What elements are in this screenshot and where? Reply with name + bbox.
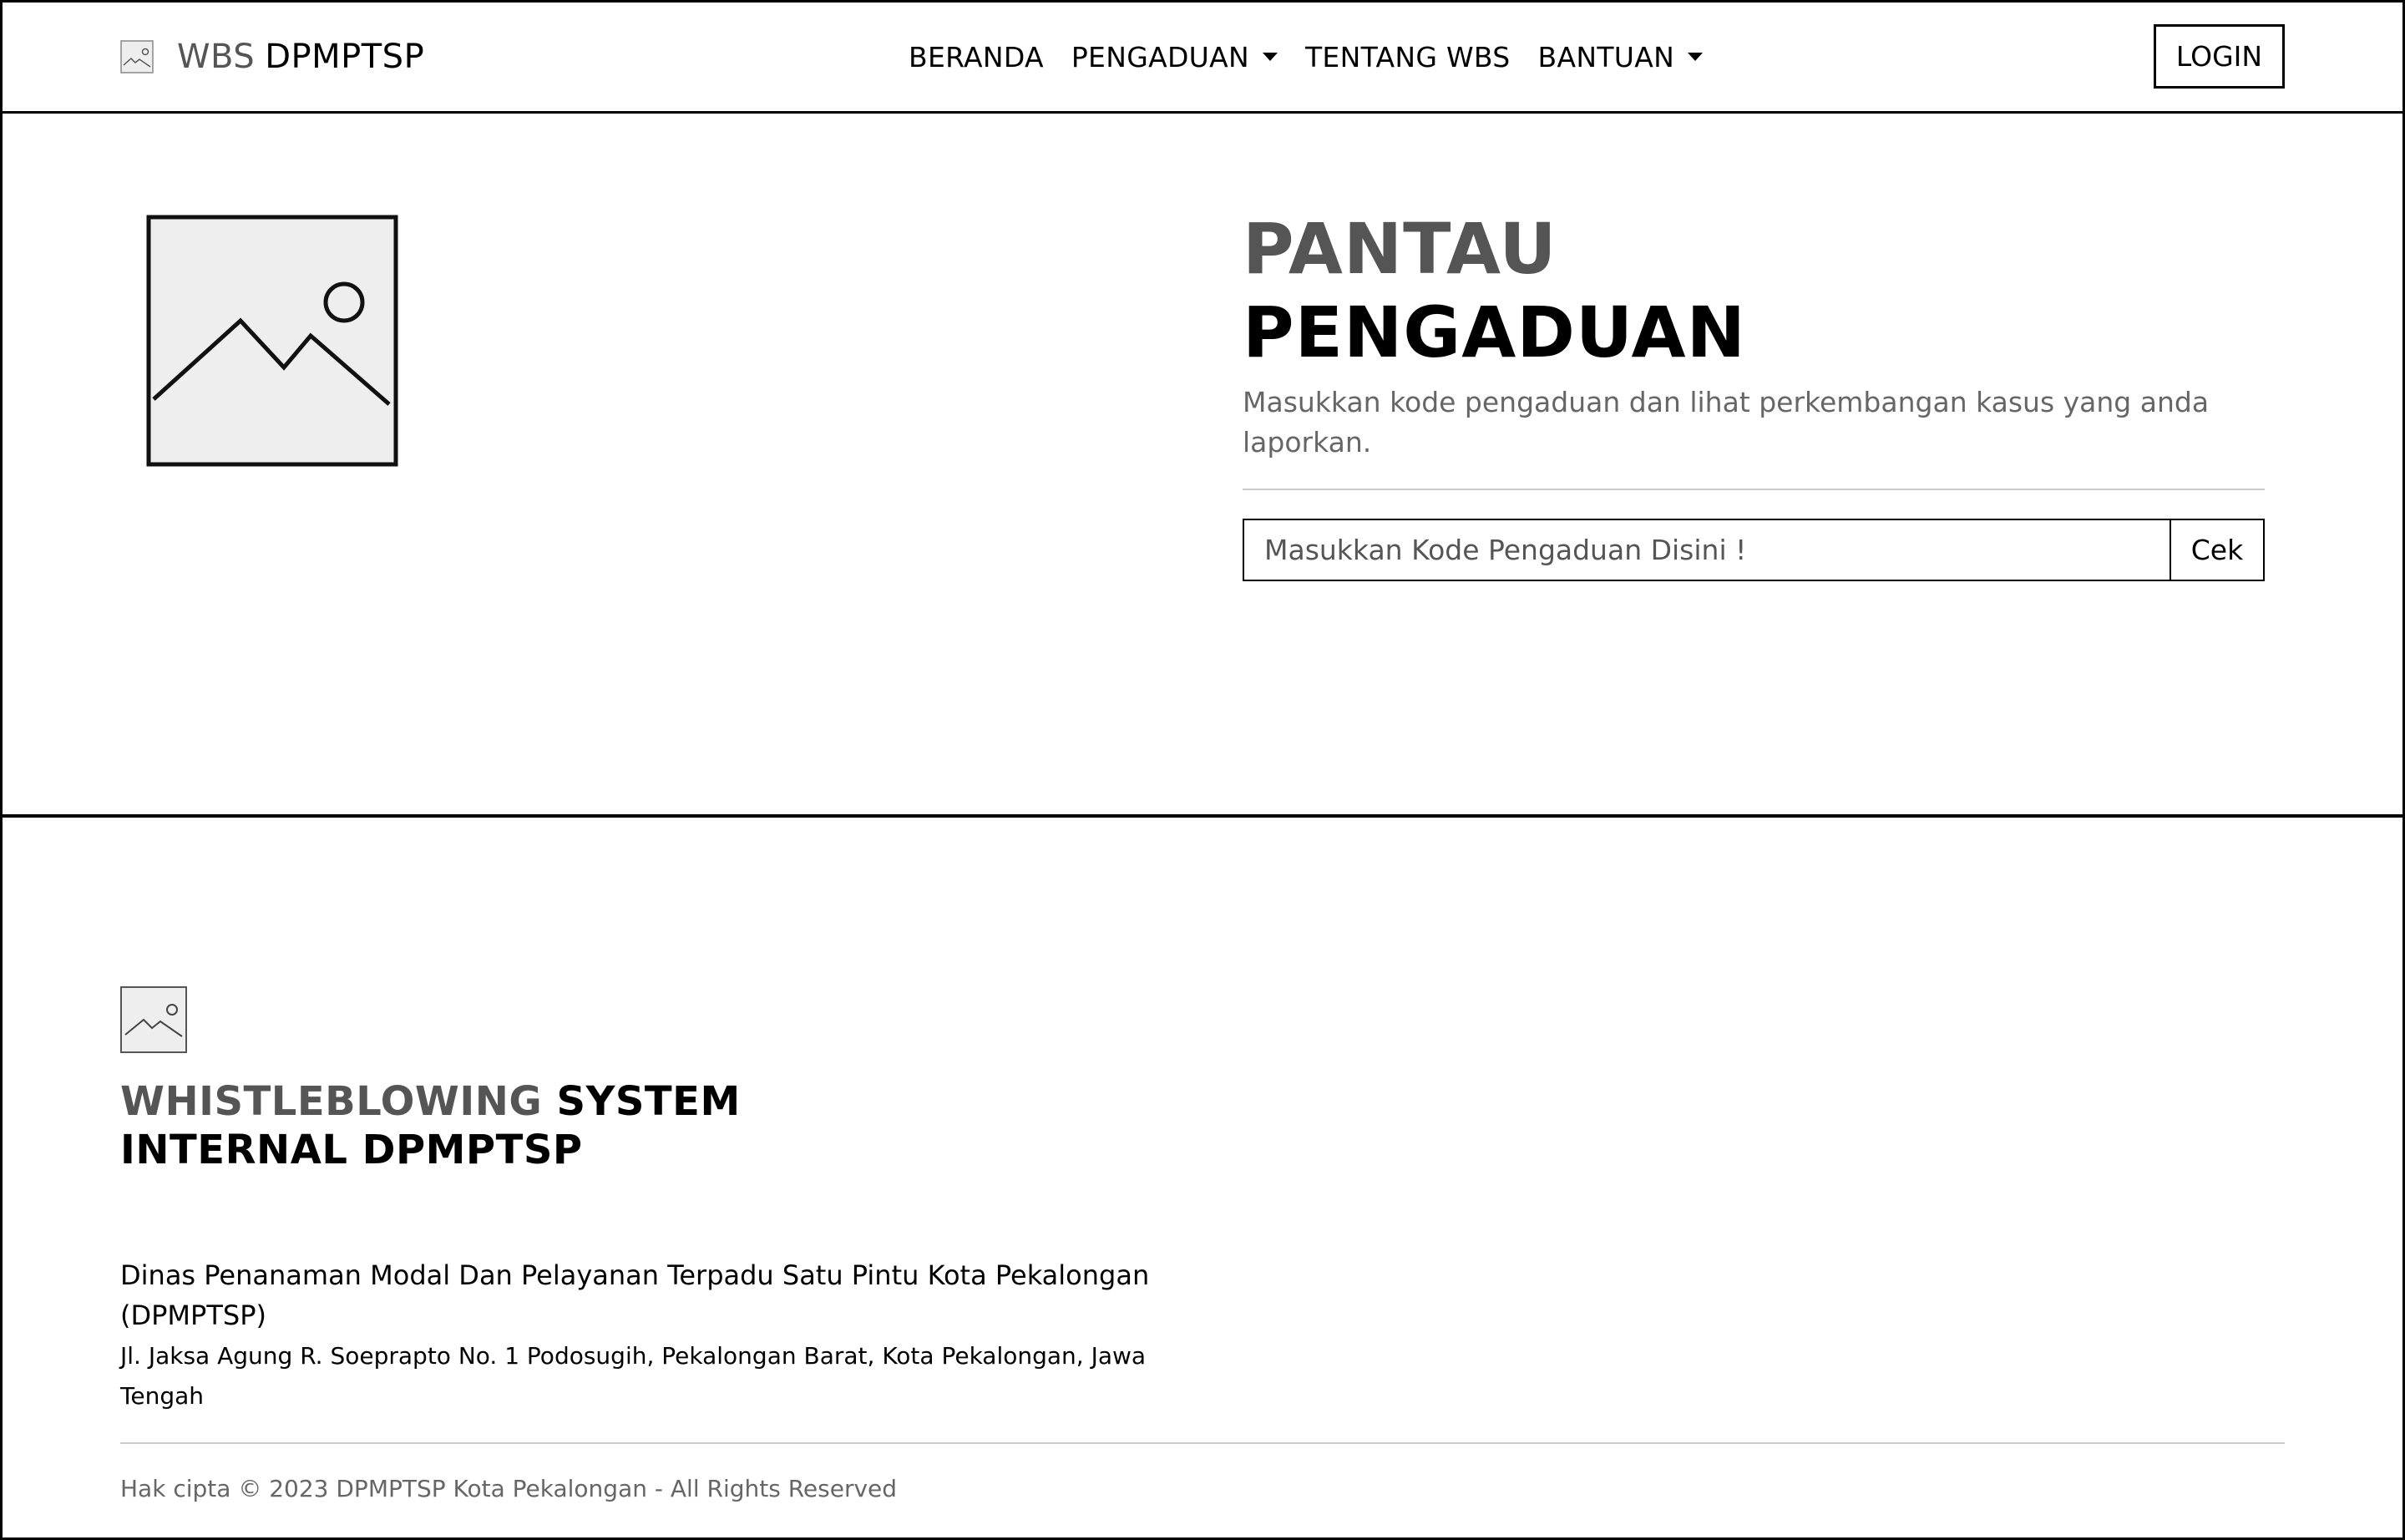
- footer-title-grey: WHISTLEBLOWING: [120, 1078, 543, 1125]
- nav-item-bantuan[interactable]: BANTUAN: [1538, 41, 1704, 73]
- brand-name: DPMPTSP: [265, 38, 425, 76]
- navbar: WBS DPMPTSP BERANDA PENGADUAN TENTANG WBS…: [0, 0, 2405, 114]
- login-button[interactable]: LOGIN: [2154, 24, 2285, 89]
- nav-item-label: TENTANG WBS: [1304, 40, 1511, 73]
- title-line-2: PENGADUAN: [1243, 291, 1746, 373]
- footer-title-dark-2: INTERNAL DPMPTSP: [120, 1127, 583, 1173]
- divider: [120, 1442, 2285, 1444]
- footer-title: WHISTLEBLOWING SYSTEM INTERNAL DPMPTSP: [120, 1077, 741, 1174]
- caret-down-icon: [1262, 53, 1278, 61]
- brand-prefix: WBS: [177, 38, 256, 76]
- check-button[interactable]: Cek: [2170, 520, 2263, 580]
- image-placeholder-icon: [120, 986, 187, 1053]
- nav-item-label: BERANDA: [909, 40, 1044, 73]
- image-placeholder-icon: [120, 40, 154, 73]
- nav-item-beranda[interactable]: BERANDA: [909, 41, 1044, 73]
- brand-link[interactable]: WBS DPMPTSP: [120, 32, 424, 82]
- nav-item-label: PENGADUAN: [1071, 40, 1249, 73]
- nav-item-label: BANTUAN: [1537, 40, 1675, 73]
- brand-title: WBS DPMPTSP: [177, 38, 424, 76]
- page-title: PANTAU PENGADUAN: [1243, 207, 1746, 374]
- main-nav: BERANDA PENGADUAN TENTANG WBS BANTUAN: [909, 37, 1730, 77]
- complaint-search-form: Cek: [1243, 519, 2265, 581]
- footer-title-dark-1: SYSTEM: [556, 1078, 741, 1125]
- organization-name: Dinas Penanaman Modal Dan Pelayanan Terp…: [120, 1259, 1150, 1331]
- divider: [1243, 489, 2265, 490]
- caret-down-icon: [1688, 53, 1704, 61]
- organization-address: Jl. Jaksa Agung R. Soeprapto No. 1 Podos…: [120, 1342, 1147, 1410]
- section-divider: [0, 814, 2405, 818]
- nav-item-tentang-wbs[interactable]: TENTANG WBS: [1305, 41, 1511, 73]
- title-line-1: PANTAU: [1243, 208, 1557, 290]
- image-placeholder-icon: [146, 215, 398, 467]
- nav-item-pengaduan[interactable]: PENGADUAN: [1071, 41, 1278, 73]
- copyright-text: Hak cipta © 2023 DPMPTSP Kota Pekalongan…: [120, 1475, 898, 1502]
- complaint-code-input[interactable]: [1244, 520, 2170, 580]
- hero-description: Masukkan kode pengaduan dan lihat perkem…: [1243, 386, 2210, 458]
